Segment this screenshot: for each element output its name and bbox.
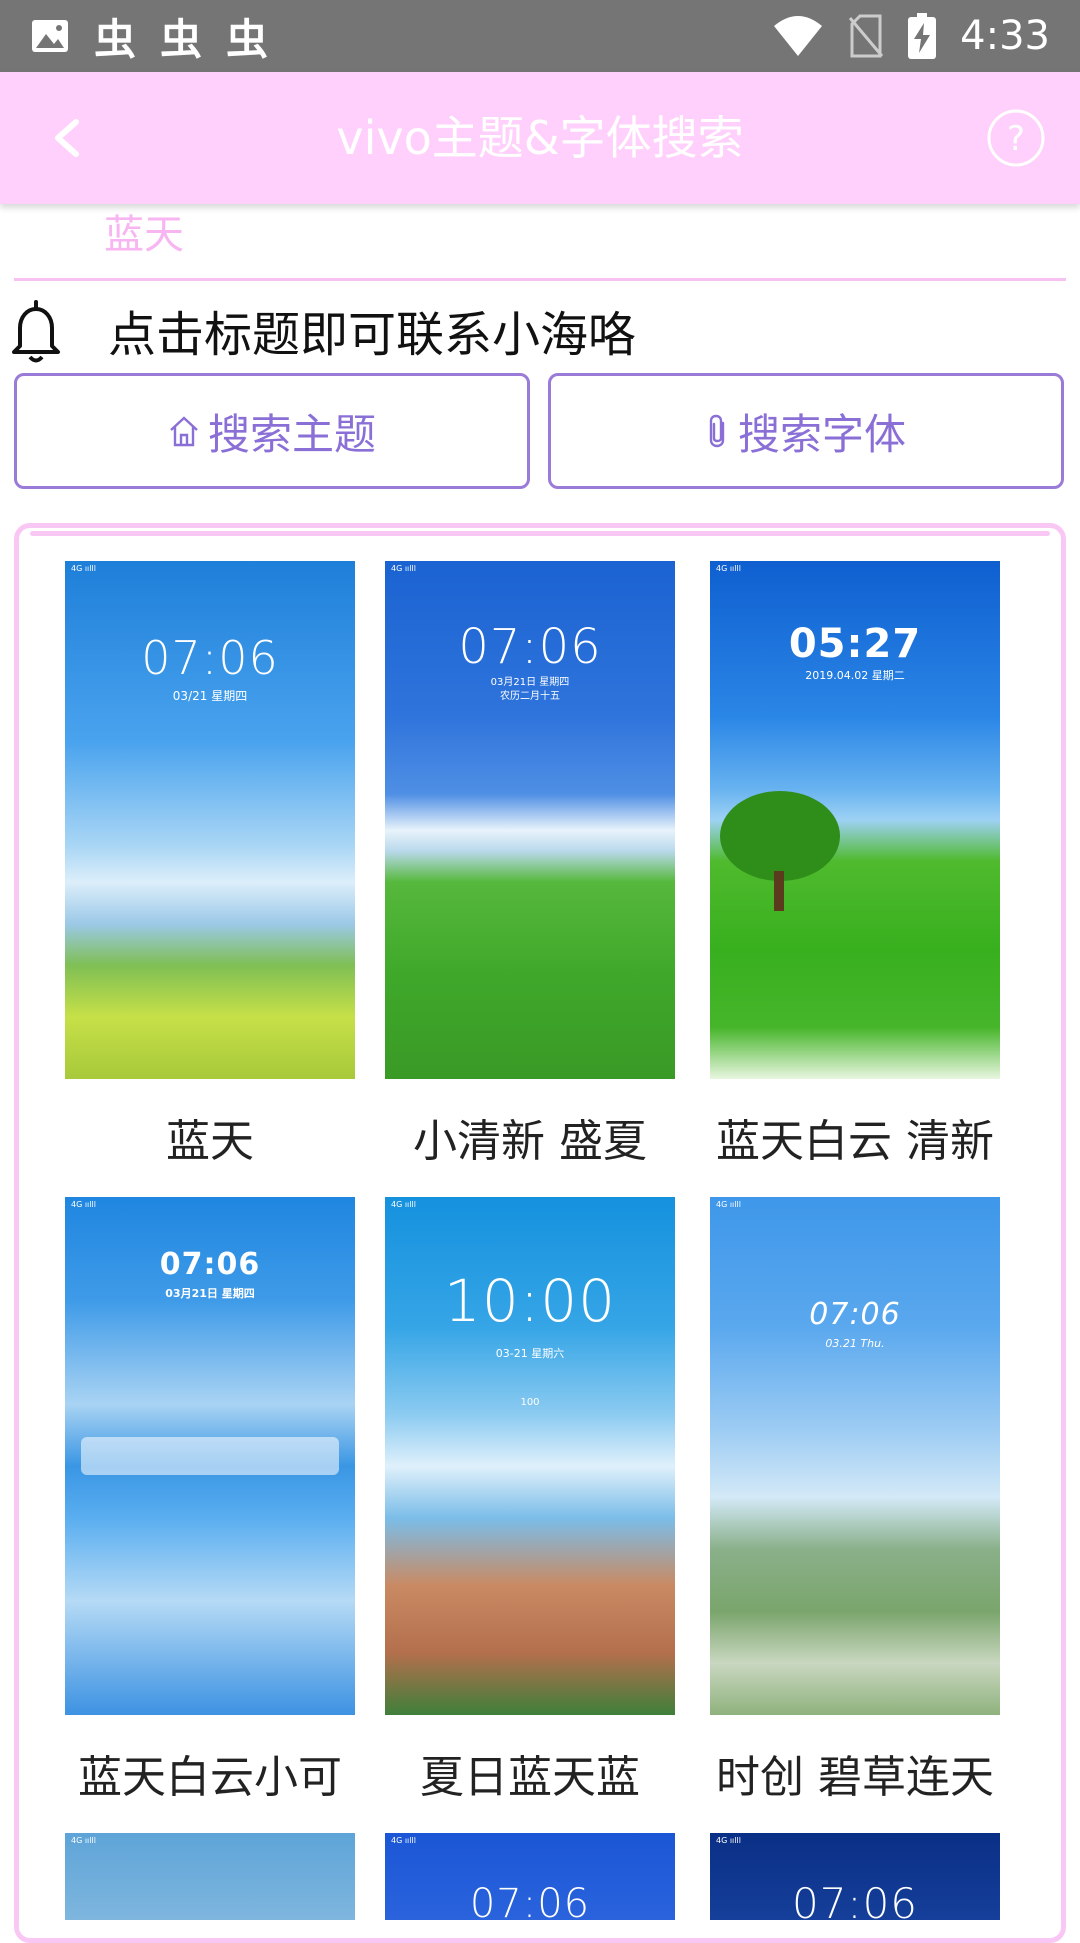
- thumbnail-date: 03月21日 星期四: [490, 677, 570, 688]
- search-theme-button[interactable]: 搜索主题: [14, 373, 530, 489]
- search-font-label: 搜索字体: [737, 409, 906, 459]
- home-icon: [170, 416, 198, 447]
- thumbnail-clock: 10:00: [443, 1267, 617, 1335]
- theme-title[interactable]: 蓝天白云小可: [51, 1748, 369, 1808]
- theme-thumbnail[interactable]: 4G ıılll 10:00 03-21 星期六 100: [385, 1197, 675, 1715]
- status-mini: 4G ıılll: [391, 1200, 416, 1209]
- notice-text[interactable]: 点击标题即可联系小海咯: [108, 302, 636, 368]
- status-mini: 4G ıılll: [716, 1836, 741, 1845]
- wifi-icon: [774, 16, 823, 56]
- theme-title[interactable]: 蓝天: [51, 1112, 369, 1172]
- status-time: 4:33: [960, 13, 1050, 59]
- theme-thumbnail[interactable]: 4G ıılll 07:06 03月21日 星期四: [65, 1197, 355, 1715]
- thumbnail-lunar-date: 农历二月十五: [500, 691, 560, 702]
- bell-icon: [12, 300, 60, 363]
- thumbnail-clock: 07:06: [791, 1879, 919, 1920]
- status-mini: 4G ıılll: [71, 564, 96, 573]
- app-icon: 虫: [160, 14, 203, 64]
- theme-thumbnail[interactable]: 4G ıılll 07:06 03月21日 星期四 农历二月十五: [385, 561, 675, 1079]
- tree-shape: [720, 791, 840, 881]
- thumbnail-clock: 07:06: [159, 1247, 261, 1282]
- divider: [14, 278, 1066, 281]
- status-bar-right: 4:33: [772, 12, 1050, 60]
- status-bar-left: 虫 虫 虫: [30, 12, 268, 64]
- theme-thumbnail[interactable]: 4G ıılll 07:06: [710, 1833, 1000, 1920]
- theme-thumbnail[interactable]: 4G ıılll 05:27 2019.04.02 星期二: [710, 561, 1000, 1079]
- status-mini: 4G ıılll: [391, 1836, 416, 1845]
- tree-trunk: [774, 871, 784, 911]
- status-mini: 4G ıılll: [71, 1836, 96, 1845]
- theme-title[interactable]: 小清新 盛夏: [371, 1112, 689, 1172]
- theme-thumbnail[interactable]: 4G ıılll 07:06: [385, 1833, 675, 1920]
- toolbar-title: vivo主题&字体搜索: [336, 111, 744, 165]
- status-mini: 4G ıılll: [716, 564, 741, 573]
- thumbnail-date: 2019.04.02 星期二: [805, 669, 905, 682]
- notification-card: [81, 1437, 339, 1475]
- help-icon[interactable]: ?: [986, 108, 1046, 168]
- search-font-button[interactable]: 搜索字体: [548, 373, 1064, 489]
- no-sim-icon: [849, 14, 884, 58]
- thumbnail-clock: 07:06: [458, 619, 602, 675]
- panel-top-line: [30, 531, 1050, 536]
- app-toolbar: vivo主题&字体搜索 ?: [0, 72, 1080, 204]
- thumbnail-date: 03月21日 星期四: [165, 1287, 255, 1300]
- app-icon: 虫: [94, 14, 137, 64]
- thumbnail-clock: 07:06: [141, 631, 279, 685]
- theme-thumbnail[interactable]: 4G ıılll 07:06 03.21 Thu.: [710, 1197, 1000, 1715]
- image-icon: [32, 20, 68, 52]
- theme-thumbnail[interactable]: 4G ıılll: [65, 1833, 355, 1920]
- status-mini: 4G ıılll: [71, 1200, 96, 1209]
- theme-title[interactable]: 时创 碧草连天: [696, 1748, 1014, 1808]
- battery-charging-icon: [908, 13, 937, 59]
- thumbnail-clock: 07:06: [809, 1297, 901, 1332]
- theme-title[interactable]: 夏日蓝天蓝: [371, 1748, 689, 1808]
- app-icon: 虫: [226, 14, 269, 64]
- theme-thumbnail[interactable]: 4G ıılll 07:06 03/21 星期四: [65, 561, 355, 1079]
- thumbnail-clock: 05:27: [788, 621, 922, 667]
- thumbnail-clock: 07:06: [469, 1881, 591, 1920]
- theme-title[interactable]: 蓝天白云 清新: [696, 1112, 1014, 1172]
- thumbnail-temperature: 100: [520, 1397, 540, 1408]
- search-keyword-label: 蓝天: [104, 212, 184, 258]
- thumbnail-date: 03/21 星期四: [172, 689, 248, 703]
- status-mini: 4G ıılll: [391, 564, 416, 573]
- status-bar: 虫 虫 虫 4:33: [0, 0, 1080, 72]
- thumbnail-date: 03.21 Thu.: [825, 1337, 885, 1350]
- status-mini: 4G ıılll: [716, 1200, 741, 1209]
- svg-text:?: ?: [1007, 119, 1025, 159]
- search-theme-label: 搜索主题: [207, 409, 376, 459]
- paperclip-icon: [709, 414, 725, 448]
- thumbnail-date: 03-21 星期六: [495, 1347, 565, 1360]
